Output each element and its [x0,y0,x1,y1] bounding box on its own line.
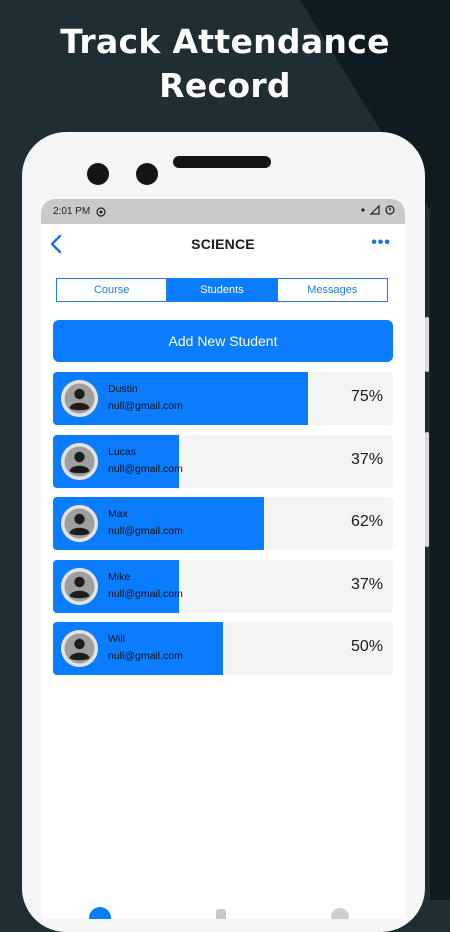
user-avatar-icon [61,380,98,417]
attendance-percent: 62% [350,513,383,530]
student-email: null@gmail.com [108,400,183,412]
student-row[interactable]: Mike null@gmail.com 37% [53,559,393,613]
bottom-nav [41,905,405,919]
add-new-student-button[interactable]: Add New Student [53,320,393,362]
user-icon[interactable] [331,908,349,919]
tab-students[interactable]: Students [166,279,277,301]
phone-volume-button [425,317,429,372]
user-avatar-icon [61,505,98,542]
attendance-percent: 75% [350,388,383,405]
app-bar: SCIENCE ••• [41,224,405,264]
tab-messages[interactable]: Messages [276,279,387,301]
chevron-left-icon[interactable] [45,232,69,256]
student-name: Mike [108,570,131,583]
page-title: SCIENCE [191,236,255,252]
attendance-percent: 37% [350,575,383,593]
student-email: null@gmail.com [108,462,183,475]
main-content: Course Students Messages Add New Student… [41,264,405,919]
student-name: Lucas [108,445,137,458]
headline-line-2: Record [159,66,291,105]
student-list: Dustin null@gmail.com 75% Lucas null@gma… [53,372,393,685]
student-row[interactable]: Max null@gmail.com 62% [53,497,393,550]
promo-headline: Track Attendance Record [0,20,450,108]
sync-icon [96,206,106,217]
student-email: null@gmail.com [108,525,183,537]
status-bar: 2:01 PM [41,199,405,224]
student-name: Dustin [108,383,138,395]
more-horizontal-icon[interactable]: ••• [371,234,391,252]
status-time: 2:01 PM [53,206,91,217]
user-avatar-icon [61,567,98,605]
dot-icon [361,208,365,212]
clipboard-icon[interactable] [216,909,226,919]
student-row[interactable]: Dustin null@gmail.com 75% [53,372,393,425]
phone-screen: 2:01 PM SCIENCE ••• Course Students Mess… [41,199,405,919]
attendance-percent: 37% [350,450,383,468]
headline-line-1: Track Attendance [60,22,390,61]
student-row[interactable]: Will null@gmail.com 50% [53,622,393,675]
student-name: Max [108,508,128,520]
user-avatar-icon [61,442,98,480]
attendance-percent: 50% [350,638,383,655]
user-avatar-icon [61,630,98,667]
signal-icon [370,205,380,215]
tab-course[interactable]: Course [57,279,166,301]
battery-icon [385,205,395,215]
phone-side-button [425,432,429,547]
segmented-tabs: Course Students Messages [56,278,388,302]
phone-speaker [173,156,271,168]
status-icons [361,205,395,215]
phone-camera-right [136,163,158,185]
student-row[interactable]: Lucas null@gmail.com 37% [53,434,393,488]
student-name: Will [108,633,125,645]
phone-camera-left [87,163,109,185]
student-email: null@gmail.com [108,650,183,662]
add-circle-icon[interactable] [89,907,111,919]
student-email: null@gmail.com [108,587,183,600]
phone-frame: 2:01 PM SCIENCE ••• Course Students Mess… [22,132,429,932]
